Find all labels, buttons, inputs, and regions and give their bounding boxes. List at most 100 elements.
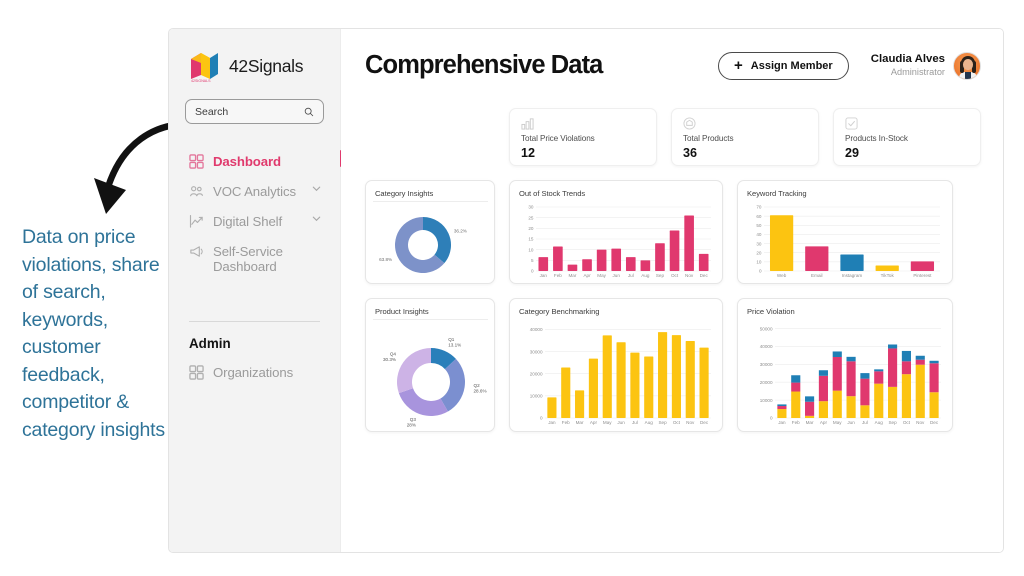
main-content: Comprehensive Data + Assign Member Claud…: [341, 29, 1003, 552]
avatar[interactable]: [953, 52, 981, 80]
svg-text:Mar: Mar: [806, 420, 814, 425]
plus-icon: +: [734, 58, 743, 73]
user-profile[interactable]: Claudia Alves Administrator: [871, 52, 981, 80]
svg-text:May: May: [833, 420, 842, 425]
sidebar-item-voc-analytics[interactable]: VOC Analytics: [183, 176, 326, 206]
chart-card-category-benchmarking[interactable]: Category Benchmarking 010000200003000040…: [509, 298, 723, 432]
svg-text:May: May: [603, 420, 612, 425]
sidebar-item-dashboard[interactable]: Dashboard: [183, 146, 326, 176]
svg-text:20: 20: [756, 250, 762, 255]
svg-text:Web: Web: [777, 273, 787, 278]
donut-chart-category-insights: 36.2% 63.8%: [375, 204, 487, 286]
svg-text:63.8%: 63.8%: [379, 257, 392, 262]
chart-title: Category Benchmarking: [519, 307, 714, 316]
sidebar-item-label: Digital Shelf: [213, 213, 282, 229]
bar-chart-out-of-stock-trends: 051015202530JanFebMarAprMayJunJulAugSepO…: [519, 201, 715, 283]
chart-card-product-insights[interactable]: Product Insights Q113.1%Q228.6%Q328%Q430…: [365, 298, 495, 432]
search-placeholder: Search: [195, 106, 228, 118]
chart-card-keyword-tracking[interactable]: Keyword Tracking 010203040506070WebEmail…: [737, 180, 953, 284]
sidebar-item-self-service-dashboard[interactable]: Self-Service Dashboard: [183, 236, 326, 281]
svg-text:5: 5: [531, 258, 534, 263]
svg-text:Mar: Mar: [568, 273, 576, 278]
user-role: Administrator: [871, 66, 945, 78]
user-name: Claudia Alves: [871, 53, 945, 66]
stat-card-total-price-violations[interactable]: Total Price Violations 12: [509, 108, 657, 166]
chevron-down-icon[interactable]: [311, 183, 322, 194]
sidebar-item-organizations[interactable]: Organizations: [183, 357, 326, 387]
chevron-down-icon[interactable]: [311, 213, 322, 224]
svg-text:Pinterest: Pinterest: [913, 273, 932, 278]
stat-card-total-products[interactable]: Total Products 36: [671, 108, 819, 166]
people-icon: [189, 184, 204, 199]
svg-text:15: 15: [528, 237, 534, 242]
svg-text:Mar: Mar: [576, 420, 584, 425]
chart-card-category-insights[interactable]: Category Insights 36.2%63.8%: [365, 180, 495, 284]
svg-text:Email: Email: [811, 273, 823, 278]
sidebar-item-label: Self-Service Dashboard: [213, 243, 301, 274]
svg-text:0: 0: [770, 416, 773, 421]
brand: 42SIGNALS 42Signals: [183, 49, 326, 83]
svg-text:Dec: Dec: [700, 273, 709, 278]
charts-grid: Category Insights 36.2%63.8% Product Ins…: [365, 180, 981, 432]
svg-text:Aug: Aug: [641, 273, 650, 278]
page-title: Comprehensive Data: [365, 51, 602, 80]
svg-text:Jan: Jan: [778, 420, 786, 425]
sidebar-item-label: Dashboard: [213, 153, 281, 169]
header-actions: + Assign Member Claudia Alves Administra…: [718, 52, 981, 80]
stat-value: 36: [683, 146, 807, 160]
svg-text:0: 0: [759, 269, 762, 274]
svg-text:36.2%: 36.2%: [454, 229, 467, 234]
svg-text:Feb: Feb: [562, 420, 570, 425]
brand-name: 42Signals: [229, 56, 303, 77]
svg-text:50000: 50000: [760, 326, 773, 331]
svg-text:20000: 20000: [530, 371, 543, 376]
svg-text:10: 10: [528, 247, 534, 252]
box-icon: [683, 117, 696, 130]
svg-text:Feb: Feb: [554, 273, 562, 278]
admin-heading: Admin: [183, 336, 326, 351]
svg-text:42SIGNALS: 42SIGNALS: [191, 79, 211, 83]
check-square-icon: [845, 117, 858, 130]
svg-text:Dec: Dec: [930, 420, 939, 425]
svg-text:Jan: Jan: [540, 273, 548, 278]
svg-text:Jun: Jun: [617, 420, 625, 425]
svg-text:28.6%: 28.6%: [474, 388, 487, 393]
bar-chart-category-benchmarking: 010000200003000040000JanFebMarAprMayJunJ…: [519, 319, 715, 431]
stat-cards: Total Price Violations 12 Total Products…: [509, 108, 981, 166]
svg-text:0: 0: [540, 416, 543, 421]
assign-member-label: Assign Member: [751, 60, 833, 72]
svg-text:40000: 40000: [530, 327, 543, 332]
svg-text:Sep: Sep: [656, 273, 665, 278]
svg-text:Feb: Feb: [792, 420, 800, 425]
svg-text:Oct: Oct: [673, 420, 681, 425]
svg-text:Q2: Q2: [474, 383, 481, 388]
svg-text:10000: 10000: [530, 394, 543, 399]
grid-icon: [189, 154, 204, 169]
stat-label: Products In-Stock: [845, 134, 969, 144]
svg-text:20: 20: [528, 226, 534, 231]
svg-text:Sep: Sep: [658, 420, 667, 425]
page-header: Comprehensive Data + Assign Member Claud…: [365, 51, 981, 80]
donut-chart-product-insights: Q113.1%Q228.6%Q328%Q430.3%: [375, 322, 487, 434]
svg-text:Jun: Jun: [847, 420, 855, 425]
grid-icon: [189, 365, 204, 380]
stat-card-products-in-stock[interactable]: Products In-Stock 29: [833, 108, 981, 166]
chart-title: Keyword Tracking: [747, 189, 944, 198]
search-input[interactable]: Search: [185, 99, 324, 124]
svg-text:Dec: Dec: [700, 420, 709, 425]
chart-title: Product Insights: [375, 307, 486, 316]
annotation-text: Data on price violations, share of searc…: [22, 224, 172, 444]
svg-text:May: May: [597, 273, 606, 278]
svg-text:30: 30: [528, 205, 534, 210]
svg-text:30000: 30000: [760, 362, 773, 367]
svg-text:Aug: Aug: [875, 420, 884, 425]
sidebar-item-digital-shelf[interactable]: Digital Shelf: [183, 206, 326, 236]
chart-card-out-of-stock-trends[interactable]: Out of Stock Trends 051015202530JanFebMa…: [509, 180, 723, 284]
stat-label: Total Price Violations: [521, 134, 645, 144]
chart-card-price-violation[interactable]: Price Violation 010000200003000040000500…: [737, 298, 953, 432]
sidebar: 42SIGNALS 42Signals Search D: [169, 29, 341, 552]
svg-text:20000: 20000: [760, 380, 773, 385]
assign-member-button[interactable]: + Assign Member: [718, 52, 849, 80]
svg-text:Jul: Jul: [628, 273, 634, 278]
svg-text:Apr: Apr: [590, 420, 598, 425]
